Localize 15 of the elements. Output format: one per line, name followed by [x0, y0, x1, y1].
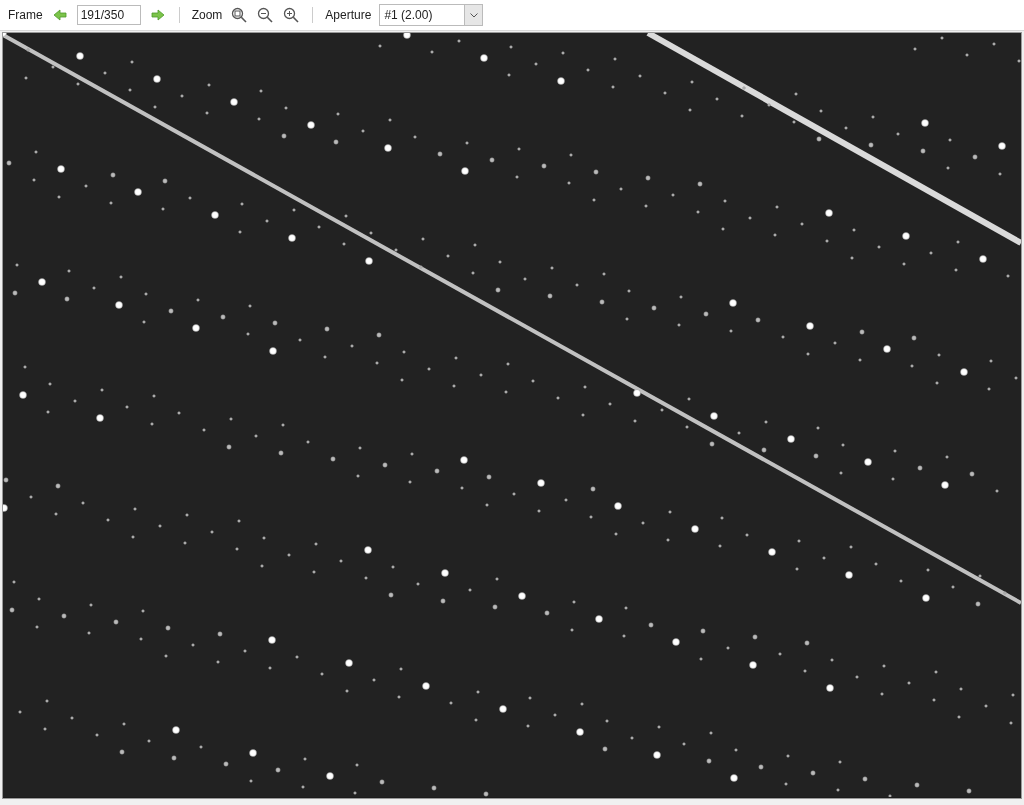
zoom-out-button[interactable]	[256, 6, 275, 24]
frame-field[interactable]: 191/350	[76, 5, 141, 25]
zoom-label: Zoom	[191, 8, 223, 22]
zoom-fit-icon	[231, 7, 248, 23]
aperture-label: Aperture	[325, 8, 372, 22]
zoom-out-icon	[257, 7, 274, 23]
aperture-dropdown[interactable]: #1 (2.00)	[379, 4, 484, 26]
frame-label: Frame	[8, 8, 43, 22]
zoom-in-icon	[283, 7, 300, 23]
left-arrow-icon	[52, 9, 67, 21]
right-arrow-icon	[150, 9, 165, 21]
chevron-down-icon	[469, 12, 478, 18]
zoom-fit-button[interactable]	[230, 6, 249, 24]
next-frame-button[interactable]	[148, 6, 167, 24]
zoom-in-button[interactable]	[282, 6, 301, 24]
